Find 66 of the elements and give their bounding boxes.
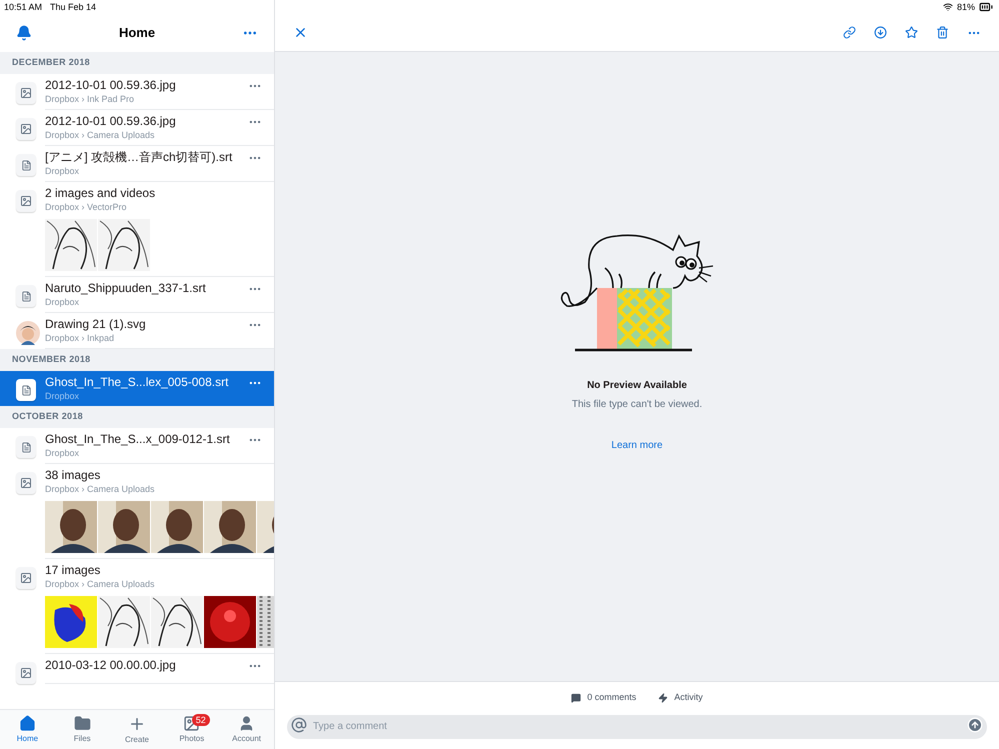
status-time: 10:51 AM [4, 1, 42, 13]
trash-icon[interactable] [936, 26, 949, 39]
panel-title: Home [118, 24, 156, 42]
battery-percentage: 81% [956, 1, 975, 13]
file-name: 17 images [45, 563, 102, 578]
wifi-icon [942, 2, 953, 12]
send-icon[interactable] [967, 717, 983, 733]
preview-title: No Preview Available [587, 379, 687, 393]
file-path: Dropbox › Ink Pad Pro [45, 93, 136, 105]
badge: 52 [192, 714, 210, 726]
comment-field[interactable]: Type a comment [287, 714, 987, 738]
file-name: Naruto_Shippuuden_337-1.srt [45, 281, 207, 296]
file-name: Ghost_In_The_S...lex_005-008.srt [45, 375, 230, 390]
tab-bar-item[interactable]: Home [0, 710, 55, 749]
avatar-icon [16, 321, 40, 345]
close-icon[interactable] [293, 25, 308, 40]
file-name: 2012-10-01 00.59.36.jpg [45, 114, 177, 129]
file-name: 2012-10-01 00.59.36.jpg [45, 78, 177, 93]
file-name: 38 images [45, 468, 102, 483]
file-path: Dropbox › Camera Uploads [45, 578, 156, 590]
home-icon [18, 715, 36, 732]
file-name: [アニメ] 攻殻機…音声ch切替可).srt [45, 150, 234, 165]
file-path: Dropbox [45, 296, 80, 308]
battery-icon [979, 0, 993, 14]
file-path: Dropbox › Camera Uploads [45, 483, 156, 495]
image-file-icon [16, 82, 36, 104]
image-file-icon [16, 190, 36, 212]
file-name: 2010-03-12 00.00.00.jpg [45, 658, 177, 673]
file-path: Dropbox [45, 165, 80, 177]
link-icon[interactable] [843, 26, 856, 39]
tab-bar-item[interactable]: Create [110, 710, 164, 749]
file-name: Ghost_In_The_S...x_009-012-1.srt [45, 432, 231, 447]
file-path: Dropbox › Inkpad [45, 332, 116, 344]
status-date: Thu Feb 14 [50, 1, 96, 13]
document-file-icon [16, 285, 36, 307]
folder-icon [74, 715, 91, 732]
document-file-icon [16, 436, 36, 458]
preview-message: This file type can't be viewed. [572, 398, 702, 412]
image-file-icon [16, 662, 36, 684]
comments-count[interactable]: 0 comments [587, 690, 636, 704]
tab-bar-item[interactable]: Files [54, 710, 110, 749]
file-name: 2 images and videos [45, 186, 156, 201]
section-header: OCTOBER 2018 [0, 406, 274, 428]
document-file-icon [16, 379, 36, 401]
image-file-icon [16, 118, 36, 140]
file-path: Dropbox [45, 447, 80, 459]
activity-tab[interactable]: Activity [674, 690, 703, 704]
notifications-bell-icon[interactable] [16, 25, 32, 41]
download-icon[interactable] [874, 26, 887, 39]
image-file-icon [16, 567, 36, 589]
learn-more-link[interactable]: Learn more [611, 438, 663, 453]
file-name: Drawing 21 (1).svg [45, 317, 147, 332]
tab-bar-item[interactable]: Account [219, 710, 274, 749]
document-file-icon [16, 154, 36, 176]
lightning-icon [658, 692, 668, 702]
file-path: Dropbox [45, 390, 80, 402]
file-path: Dropbox › VectorPro [45, 201, 128, 213]
section-header: DECEMBER 2018 [0, 52, 274, 74]
mention-icon[interactable] [291, 717, 307, 733]
image-file-icon [16, 472, 36, 494]
comment-icon [571, 692, 582, 702]
section-header: NOVEMBER 2018 [0, 349, 274, 371]
star-icon[interactable] [905, 26, 918, 39]
file-path: Dropbox › Camera Uploads [45, 129, 156, 141]
selected-file-row[interactable]: Ghost_In_The_S...lex_005-008.srt Dropbox [0, 371, 274, 406]
tab-bar-item[interactable]: Photos 52 [164, 710, 220, 749]
